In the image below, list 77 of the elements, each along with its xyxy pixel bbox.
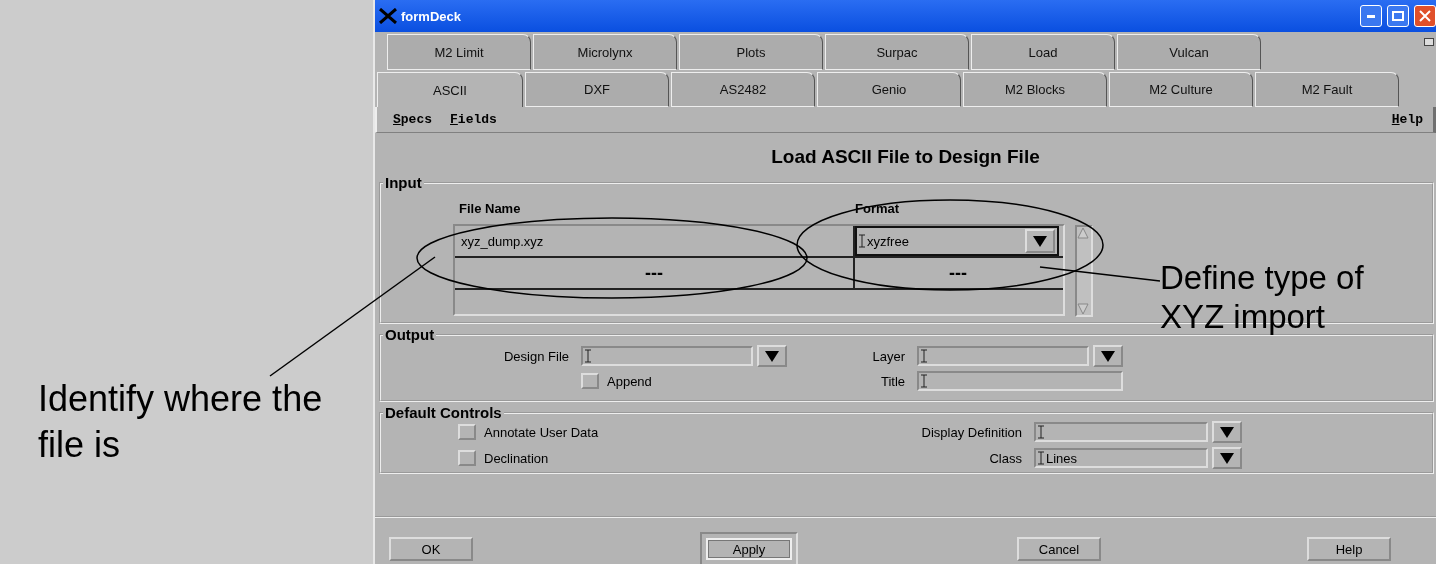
menu-item[interactable]: Help [1391,112,1423,127]
x-logo-icon [379,8,397,24]
form-heading: Load ASCII File to Design File [770,145,1041,169]
scrollbar[interactable] [1075,225,1093,317]
text-cursor-icon [921,374,927,388]
field-label: Title [879,373,906,389]
tab[interactable]: DXF [525,72,669,107]
dropdown-button[interactable] [1025,229,1055,253]
dropdown-button[interactable] [757,345,787,367]
caret-icon [1220,426,1234,438]
minimize-icon [1367,14,1375,18]
table-cell[interactable]: --- [455,258,855,288]
field-label: Display Definition [920,424,1023,440]
checkbox[interactable] [458,450,476,466]
menu-item[interactable]: Fields [450,112,497,127]
tab[interactable]: Load [971,34,1115,70]
design-file-field[interactable] [581,346,753,366]
minimize-button[interactable] [1360,5,1382,27]
window-title: formDeck [401,8,462,24]
dropdown-button[interactable] [1212,447,1242,469]
caret-icon [765,350,779,362]
pin-icon[interactable] [1424,38,1434,46]
tab[interactable]: AS2482 [671,72,815,107]
checkbox-label: Append [607,373,652,389]
layer-field[interactable] [917,346,1089,366]
display-definition-field[interactable] [1034,422,1208,442]
caret-icon [1101,350,1115,362]
callout-text: Define type of XYZ import [1160,258,1365,336]
text-cursor-icon [859,234,865,248]
field-label: Design File [502,348,570,364]
dialog-button[interactable]: OK [389,537,473,561]
checkbox[interactable] [458,424,476,440]
table-cell: xyz_dump.xyz [455,226,855,256]
field-value: xyzfree [867,233,909,249]
tab[interactable]: Vulcan [1117,34,1261,70]
maximize-icon [1392,11,1404,21]
tab[interactable]: ASCII [377,72,523,107]
checkbox[interactable] [581,373,599,389]
checkbox-label: Declination [484,450,549,466]
dialog-button[interactable]: Cancel [1017,537,1101,561]
caret-icon [1220,452,1234,464]
group-label: Input [384,174,423,191]
tab[interactable]: M2 Blocks [963,72,1107,107]
table-cell[interactable]: --- [855,258,1061,288]
text-cursor-icon [1038,451,1044,465]
text-cursor-icon [921,349,927,363]
text-cursor-icon [585,349,591,363]
maximize-button[interactable] [1387,5,1409,27]
tab[interactable]: Microlynx [533,34,677,70]
up-arrow-icon [1077,227,1089,239]
callout-text: Identify where the file is [38,377,324,467]
group-label: Output [384,326,436,343]
menu-item[interactable]: Specs [393,112,433,127]
field-value: Lines [1046,450,1078,466]
tab[interactable]: Surpac [825,34,969,70]
close-icon [1419,10,1431,22]
tab[interactable]: Plots [679,34,823,70]
title-field[interactable] [917,371,1123,391]
group-label: Default Controls [384,404,503,421]
column-header: Format [855,201,901,216]
column-header: File Name [459,201,522,216]
checkbox-label: Annotate User Data [484,424,599,440]
class-field[interactable]: Lines [1034,448,1208,468]
dialog-button[interactable]: Apply [700,532,798,564]
caret-icon [1033,235,1047,247]
tab[interactable]: M2 Fault [1255,72,1399,107]
dropdown-button[interactable] [1093,345,1123,367]
close-button[interactable] [1414,5,1436,27]
field-label: Class [988,450,1023,466]
dropdown-button[interactable] [1212,421,1242,443]
text-cursor-icon [1038,425,1044,439]
tab[interactable]: M2 Culture [1109,72,1253,107]
field-label: Layer [871,348,906,364]
dialog-button[interactable]: Help [1307,537,1391,561]
tab[interactable]: Genio [817,72,961,107]
tab[interactable]: M2 Limit [387,34,531,70]
down-arrow-icon [1077,303,1089,315]
